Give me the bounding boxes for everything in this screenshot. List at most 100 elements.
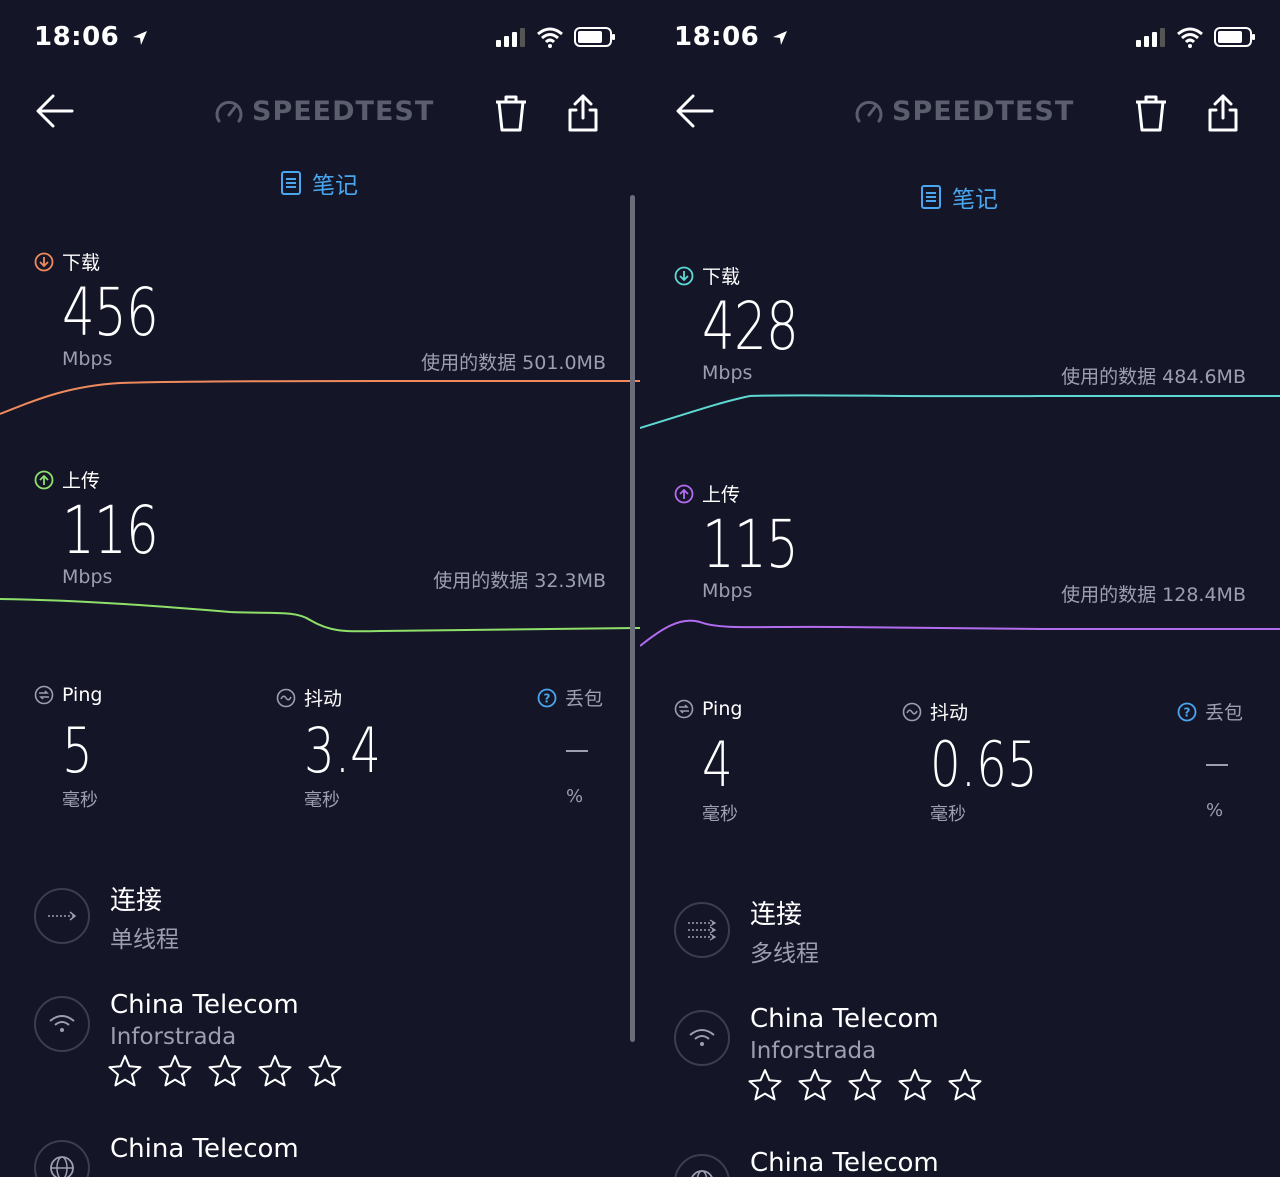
provider-icon-circle xyxy=(674,1010,730,1066)
star-icon[interactable] xyxy=(308,1054,342,1088)
upload-icon xyxy=(34,470,54,489)
star-icon[interactable] xyxy=(798,1068,832,1102)
upload-speed-value: 115 xyxy=(702,506,799,583)
server-name: China Telecom xyxy=(110,1134,299,1164)
connection-icon-circle xyxy=(34,888,90,944)
upload-unit: Mbps xyxy=(62,566,113,588)
server-name: China Telecom xyxy=(750,1148,939,1177)
connection-icon-circle xyxy=(674,902,730,958)
status-time: 18:06 xyxy=(674,22,789,52)
provider-icon-circle xyxy=(34,996,90,1052)
status-icons xyxy=(1136,26,1256,48)
signal-icon xyxy=(496,28,525,47)
download-unit: Mbps xyxy=(702,362,753,384)
star-icon[interactable] xyxy=(158,1054,192,1088)
connection-mode: 多线程 xyxy=(750,941,819,967)
upload-unit: Mbps xyxy=(702,580,753,602)
download-icon xyxy=(34,252,54,271)
back-button[interactable] xyxy=(676,94,714,128)
packet-loss-label[interactable]: ? 丢包 xyxy=(1177,698,1243,725)
back-button[interactable] xyxy=(36,94,74,128)
upload-graph xyxy=(640,619,1280,647)
help-icon[interactable]: ? xyxy=(1177,702,1197,722)
battery-icon xyxy=(574,27,615,47)
upload-label: 上传 xyxy=(674,480,740,507)
notes-icon xyxy=(921,185,941,209)
status-time: 18:06 xyxy=(34,22,149,52)
star-icon[interactable] xyxy=(258,1054,292,1088)
server-icon-circle xyxy=(674,1154,730,1177)
notes-button[interactable]: 笔记 xyxy=(920,180,998,214)
trash-button[interactable] xyxy=(1133,94,1169,132)
globe-icon xyxy=(50,1156,74,1177)
download-label: 下载 xyxy=(674,262,740,289)
ping-unit: 毫秒 xyxy=(62,790,98,811)
download-speed-value: 456 xyxy=(62,274,159,351)
download-speed-value: 428 xyxy=(702,288,799,365)
packet-loss-value xyxy=(566,750,588,752)
jitter-unit: 毫秒 xyxy=(304,790,340,811)
share-button[interactable] xyxy=(566,94,600,132)
ping-value: 5 xyxy=(62,714,93,787)
upload-label: 上传 xyxy=(34,466,100,493)
ping-unit: 毫秒 xyxy=(702,804,738,825)
jitter-value: 0.65 xyxy=(930,728,1038,801)
download-unit: Mbps xyxy=(62,348,113,370)
speedtest-logo: SPEEDTEST xyxy=(854,96,1074,127)
upload-speed-value: 116 xyxy=(62,492,159,569)
signal-icon xyxy=(1136,28,1165,47)
wifi-status-icon xyxy=(1177,27,1203,48)
result-panel-right: 18:06 SPEEDTEST 笔记 下载 428 Mbps 使用的数据 484… xyxy=(640,0,1280,1177)
provider-rating[interactable] xyxy=(108,1054,342,1088)
speedometer-icon xyxy=(215,100,243,122)
jitter-unit: 毫秒 xyxy=(930,804,966,825)
star-icon[interactable] xyxy=(898,1068,932,1102)
connection-icon xyxy=(48,911,77,921)
ping-value: 4 xyxy=(702,728,733,801)
provider-sub: Inforstrada xyxy=(110,1024,237,1050)
connection-mode: 单线程 xyxy=(110,927,179,953)
star-icon[interactable] xyxy=(748,1068,782,1102)
ping-icon xyxy=(34,685,54,705)
star-icon[interactable] xyxy=(108,1054,142,1088)
provider-sub: Inforstrada xyxy=(750,1038,877,1064)
ping-label: Ping xyxy=(674,698,742,720)
packet-loss-unit: % xyxy=(566,786,584,807)
jitter-icon xyxy=(276,688,296,707)
star-icon[interactable] xyxy=(948,1068,982,1102)
packet-loss-label[interactable]: ? 丢包 xyxy=(537,684,603,711)
trash-button[interactable] xyxy=(493,94,529,132)
upload-graph xyxy=(0,598,640,633)
provider-name: China Telecom xyxy=(110,990,299,1020)
help-icon[interactable]: ? xyxy=(537,688,557,708)
provider-rating[interactable] xyxy=(748,1068,982,1102)
jitter-icon xyxy=(902,702,922,721)
globe-icon xyxy=(691,1170,713,1177)
wifi-status-icon xyxy=(537,27,563,48)
speedometer-icon xyxy=(855,100,883,122)
download-graph xyxy=(640,394,1280,429)
packet-loss-unit: % xyxy=(1206,800,1224,821)
upload-icon xyxy=(674,484,694,503)
notes-button[interactable]: 笔记 xyxy=(280,166,358,200)
wifi-icon xyxy=(49,1015,75,1032)
star-icon[interactable] xyxy=(208,1054,242,1088)
packet-loss-value xyxy=(1206,764,1228,766)
provider-name: China Telecom xyxy=(750,1004,939,1034)
ping-label: Ping xyxy=(34,684,102,706)
scroll-indicator[interactable] xyxy=(630,195,635,1042)
ping-icon xyxy=(674,699,694,719)
svg-text:?: ? xyxy=(544,691,551,705)
wifi-icon xyxy=(689,1029,715,1046)
notes-icon xyxy=(281,171,301,195)
download-icon xyxy=(674,266,694,285)
star-icon[interactable] xyxy=(848,1068,882,1102)
share-button[interactable] xyxy=(1206,94,1240,132)
connection-icon xyxy=(688,919,717,941)
connection-title: 连接 xyxy=(750,900,803,930)
server-icon-circle xyxy=(34,1140,90,1177)
download-graph xyxy=(0,380,640,415)
speedtest-logo: SPEEDTEST xyxy=(214,96,434,127)
status-icons xyxy=(496,26,616,48)
jitter-value: 3.4 xyxy=(304,714,381,787)
